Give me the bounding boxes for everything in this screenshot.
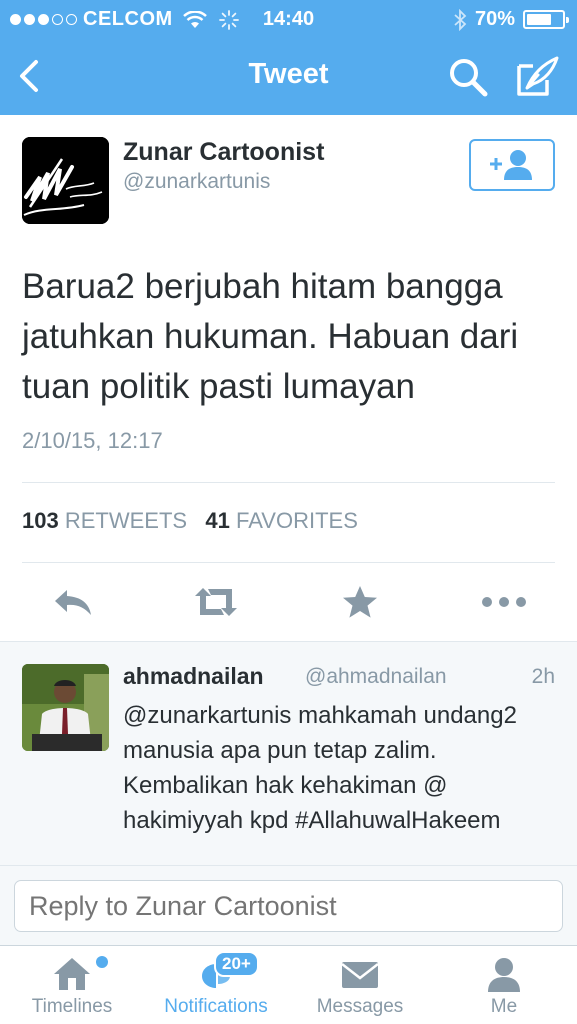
reply-button[interactable] bbox=[48, 580, 98, 624]
author-avatar[interactable] bbox=[22, 137, 109, 224]
page-title: Tweet bbox=[248, 58, 329, 90]
notifications-badge: 20+ bbox=[214, 951, 259, 977]
search-icon[interactable] bbox=[446, 55, 490, 99]
status-bar: CELCOM 14:40 70% bbox=[0, 0, 577, 38]
favorites-count[interactable]: 41 bbox=[205, 508, 229, 533]
reply-time: 2h bbox=[531, 665, 555, 688]
top-bar: CELCOM 14:40 70% Tweet bbox=[0, 0, 577, 115]
navigation-bar: Tweet bbox=[0, 38, 577, 115]
tweet-stats: 103 RETWEETS 41 FAVORITES bbox=[22, 508, 358, 534]
reply-text: @zunarkartunis mahkamah undang2 manusia … bbox=[123, 702, 517, 834]
battery-percent: 70% bbox=[474, 8, 515, 30]
reply-tweet[interactable]: ahmadnailan @ahmadnailan 2h @zunarkartun… bbox=[0, 641, 577, 865]
reply-input[interactable] bbox=[14, 880, 563, 932]
favorites-label[interactable]: FAVORITES bbox=[236, 508, 358, 533]
bluetooth-icon bbox=[454, 8, 467, 31]
more-icon bbox=[482, 597, 526, 607]
reply-composer bbox=[0, 865, 577, 945]
profile-icon bbox=[488, 958, 520, 992]
tweet-text: Barua2 berjubah hitam bangga jatuhkan hu… bbox=[22, 267, 519, 406]
tab-label: Me bbox=[490, 996, 518, 1017]
tweet-actions bbox=[0, 572, 577, 632]
reply-author-handle[interactable]: @ahmadnailan bbox=[305, 665, 447, 689]
author-name[interactable]: Zunar Cartoonist bbox=[123, 138, 324, 167]
retweets-label[interactable]: RETWEETS bbox=[65, 508, 187, 533]
tweet-timestamp: 2/10/15, 12:17 bbox=[22, 428, 163, 453]
tab-label: Messages bbox=[316, 996, 404, 1017]
add-user-icon bbox=[490, 150, 532, 180]
new-items-dot bbox=[96, 956, 108, 968]
zunar-logo-icon bbox=[22, 137, 109, 224]
divider bbox=[22, 482, 555, 483]
tab-me[interactable]: Me bbox=[432, 946, 576, 1024]
compose-icon[interactable] bbox=[513, 52, 561, 100]
reply-author-avatar[interactable] bbox=[22, 664, 109, 751]
reply-author-name[interactable]: ahmadnailan bbox=[123, 663, 264, 690]
messages-icon bbox=[341, 962, 379, 988]
reply-icon bbox=[55, 590, 91, 615]
tab-timelines[interactable]: Timelines bbox=[0, 946, 144, 1024]
person-photo-icon bbox=[22, 664, 109, 751]
divider bbox=[22, 562, 555, 563]
home-icon bbox=[54, 958, 90, 990]
favorite-button[interactable] bbox=[335, 580, 385, 624]
author-handle[interactable]: @zunarkartunis bbox=[123, 170, 270, 194]
more-button[interactable] bbox=[479, 580, 529, 624]
favorite-icon bbox=[343, 586, 377, 618]
tab-label: Timelines bbox=[31, 996, 113, 1017]
tab-label: Notifications bbox=[164, 996, 268, 1017]
tab-messages[interactable]: Messages bbox=[288, 946, 432, 1024]
battery-icon bbox=[523, 10, 569, 29]
retweet-button[interactable] bbox=[191, 580, 241, 624]
retweets-count[interactable]: 103 bbox=[22, 508, 59, 533]
retweet-icon bbox=[195, 588, 237, 616]
follow-button[interactable] bbox=[469, 139, 555, 191]
tab-bar: Timelines Notifications Messages Me bbox=[0, 945, 577, 1024]
